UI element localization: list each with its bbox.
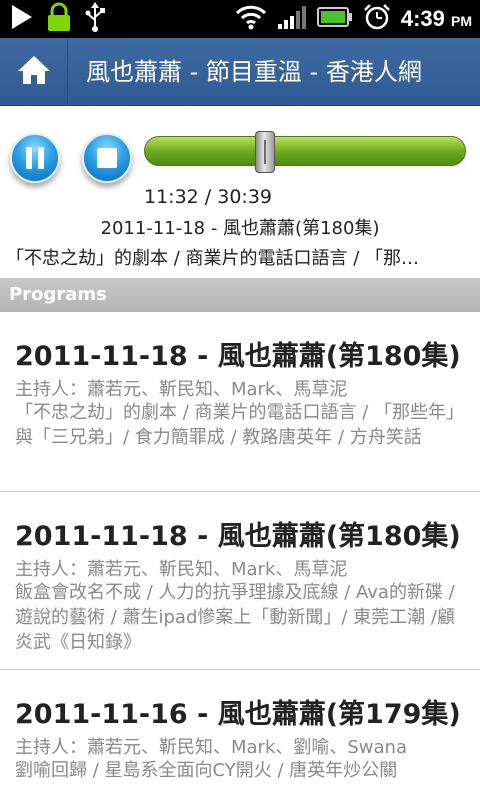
program-title: 2011-11-16 - 風也蕭蕭(第179集) [15, 699, 461, 730]
audio-player: 11:32 / 30:39 2011-11-18 - 風也蕭蕭(第180集) 「… [0, 106, 480, 278]
seek-bar[interactable] [144, 136, 466, 166]
time-ampm: PM [451, 13, 472, 29]
programs-section-header: Programs [0, 278, 480, 312]
stop-icon [97, 148, 117, 168]
program-description: 飯盒會改名不成 / 人力的抗爭理據及底線 / Ava的新碟 / 遊說的藝術 / … [15, 582, 455, 653]
list-item[interactable]: 2011-11-18 - 風也蕭蕭(第180集) 主持人：蕭若元、靳民知、Mar… [0, 492, 480, 670]
playback-time: 11:32 / 30:39 [144, 186, 272, 208]
program-hosts: 主持人：蕭若元、靳民知、Mark、馬草泥 [15, 379, 348, 400]
status-bar: 4:39 PM [0, 0, 480, 38]
pause-button[interactable] [10, 133, 60, 183]
program-title: 2011-11-18 - 風也蕭蕭(第180集) [15, 521, 461, 552]
signal-icon [277, 4, 307, 34]
now-playing-title: 2011-11-18 - 風也蕭蕭(第180集) [100, 218, 380, 239]
now-playing-description: 「不忠之劫」的劇本 / 商業片的電話口語言 / 「那… [6, 248, 420, 269]
program-title: 2011-11-18 - 風也蕭蕭(第180集) [15, 341, 461, 372]
stop-button[interactable] [82, 133, 132, 183]
list-item[interactable]: 2011-11-16 - 風也蕭蕭(第179集) 主持人：蕭若元、靳民知、Mar… [0, 670, 480, 800]
list-item[interactable]: 2011-11-18 - 風也蕭蕭(第180集) 主持人：蕭若元、靳民知、Mar… [0, 312, 480, 492]
time-value: 4:39 [400, 6, 445, 31]
battery-icon [316, 6, 353, 32]
usb-icon [84, 2, 106, 36]
play-notification-icon [10, 3, 34, 35]
alarm-icon [363, 3, 391, 35]
program-hosts: 主持人：蕭若元、靳民知、Mark、馬草泥 [15, 559, 348, 580]
program-description: 「不忠之劫」的劇本 / 商業片的電話口語言 / 「那些年」與「三兄弟」/ 食力簡… [15, 402, 465, 448]
program-description: 劉喻回歸 / 星島系全面向CY開火 / 唐英年炒公關 [15, 760, 398, 781]
home-button[interactable] [0, 38, 68, 106]
lock-icon [46, 2, 72, 36]
pause-icon [26, 147, 44, 169]
seek-thumb[interactable] [255, 131, 276, 173]
wifi-icon [235, 4, 267, 34]
status-time: 4:39 PM [401, 6, 472, 32]
home-icon [16, 54, 52, 90]
page-title: 風也蕭蕭 - 節目重溫 - 香港人網 [86, 58, 422, 86]
title-bar: 風也蕭蕭 - 節目重溫 - 香港人網 [0, 38, 480, 106]
program-hosts: 主持人：蕭若元、靳民知、Mark、劉喻、Swana [15, 737, 407, 758]
